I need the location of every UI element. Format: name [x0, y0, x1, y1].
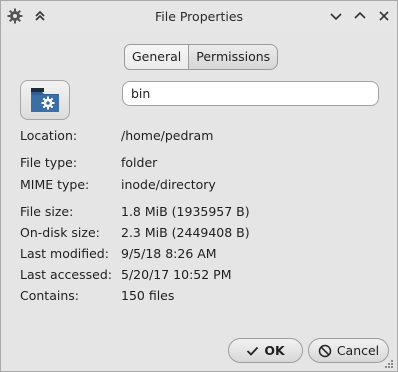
cancel-button[interactable]: Cancel	[308, 338, 389, 363]
contains-value: 150 files	[121, 288, 175, 303]
contains-label: Contains:	[20, 288, 79, 303]
ok-button-label: OK	[264, 343, 285, 358]
close-icon[interactable]	[375, 7, 393, 25]
titlebar: File Properties	[1, 1, 397, 32]
disk-size-value: 2.3 MiB (2449408 B)	[121, 225, 250, 240]
ok-button[interactable]: OK	[228, 338, 303, 363]
last-accessed-value: 5/20/17 10:52 PM	[121, 267, 232, 282]
last-modified-value: 9/5/18 8:26 AM	[121, 246, 217, 261]
file-size-value: 1.8 MiB (1935957 B)	[121, 204, 250, 219]
file-properties-dialog: File Properties General Permissions bin …	[0, 0, 398, 372]
folder-settings-icon	[31, 88, 59, 112]
cancel-icon	[318, 344, 332, 358]
tab-permissions[interactable]: Permissions	[189, 44, 279, 70]
last-modified-label: Last modified:	[20, 246, 109, 261]
folder-icon-button[interactable]	[20, 80, 70, 120]
location-value: /home/pedram	[121, 128, 214, 143]
chevron-down-icon[interactable]	[327, 7, 345, 25]
cancel-button-label: Cancel	[336, 343, 380, 358]
file-type-value: folder	[121, 155, 158, 170]
last-accessed-label: Last accessed:	[20, 267, 112, 282]
checkmark-icon	[246, 345, 259, 357]
location-label: Location:	[20, 128, 78, 143]
tab-general[interactable]: General	[124, 44, 190, 70]
file-type-label: File type:	[20, 155, 78, 170]
mime-type-label: MIME type:	[20, 177, 90, 192]
mime-type-value: inode/directory	[121, 177, 216, 192]
chevron-up-icon[interactable]	[351, 7, 369, 25]
tab-bar: General Permissions	[124, 44, 279, 72]
resize-grip-icon[interactable]	[384, 359, 394, 369]
file-name-input[interactable]	[122, 81, 379, 106]
disk-size-label: On-disk size:	[20, 225, 100, 240]
file-size-label: File size:	[20, 204, 74, 219]
